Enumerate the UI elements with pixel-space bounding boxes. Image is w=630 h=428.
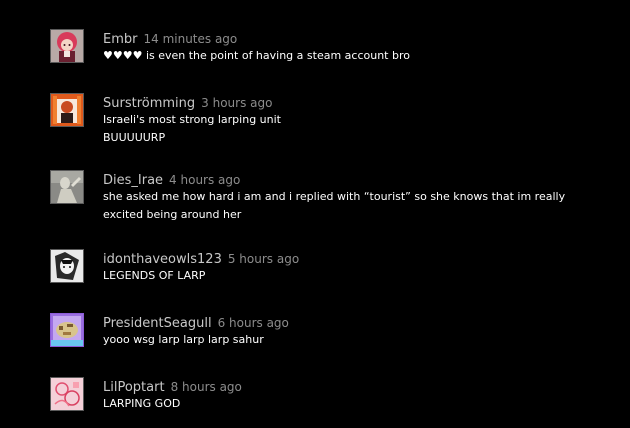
comment-text: ♥♥♥♥ is even the point of having a steam… [103,49,410,62]
avatar[interactable] [50,249,84,283]
anime-character-orange-avatar [51,94,83,126]
avatar[interactable] [50,170,84,204]
comment-timestamp: 6 hours ago [217,316,289,330]
comment-timestamp: 3 hours ago [201,96,273,110]
comment-timestamp: 14 minutes ago [143,32,238,46]
comment-timestamp: 8 hours ago [170,380,242,394]
comment-author[interactable]: Embr [103,32,137,47]
anime-girl-red-hair-avatar [51,30,83,62]
comment-text: LARPING GOD [103,397,181,410]
manga-panel-avatar [51,250,83,282]
avatar[interactable] [50,93,84,127]
comment-author[interactable]: LilPoptart [103,380,165,395]
avatar[interactable] [50,313,84,347]
comment-text: she asked me how hard i am and i replied… [103,190,566,221]
pink-sketch-avatar [51,378,83,410]
comment-timestamp: 4 hours ago [169,173,241,187]
comment-text: LEGENDS OF LARP [103,269,206,282]
statue-avatar [51,171,83,203]
comment-author[interactable]: Surströmming [103,96,195,111]
avatar[interactable] [50,29,84,63]
comment-text: yooo wsg larp larp larp sahur [103,333,264,346]
pixel-art-avatar [51,314,83,346]
comment-author[interactable]: Dies_Irae [103,173,163,188]
comment-text: Israeli's most strong larping unit BUUUU… [103,113,281,144]
comment-thread: Embr 14 minutes ago ♥♥♥♥ is even the poin… [0,0,630,428]
avatar[interactable] [50,377,84,411]
comment-author[interactable]: idonthaveowls123 [103,252,222,267]
comment-author[interactable]: PresidentSeagull [103,316,212,331]
comment-timestamp: 5 hours ago [227,252,300,266]
